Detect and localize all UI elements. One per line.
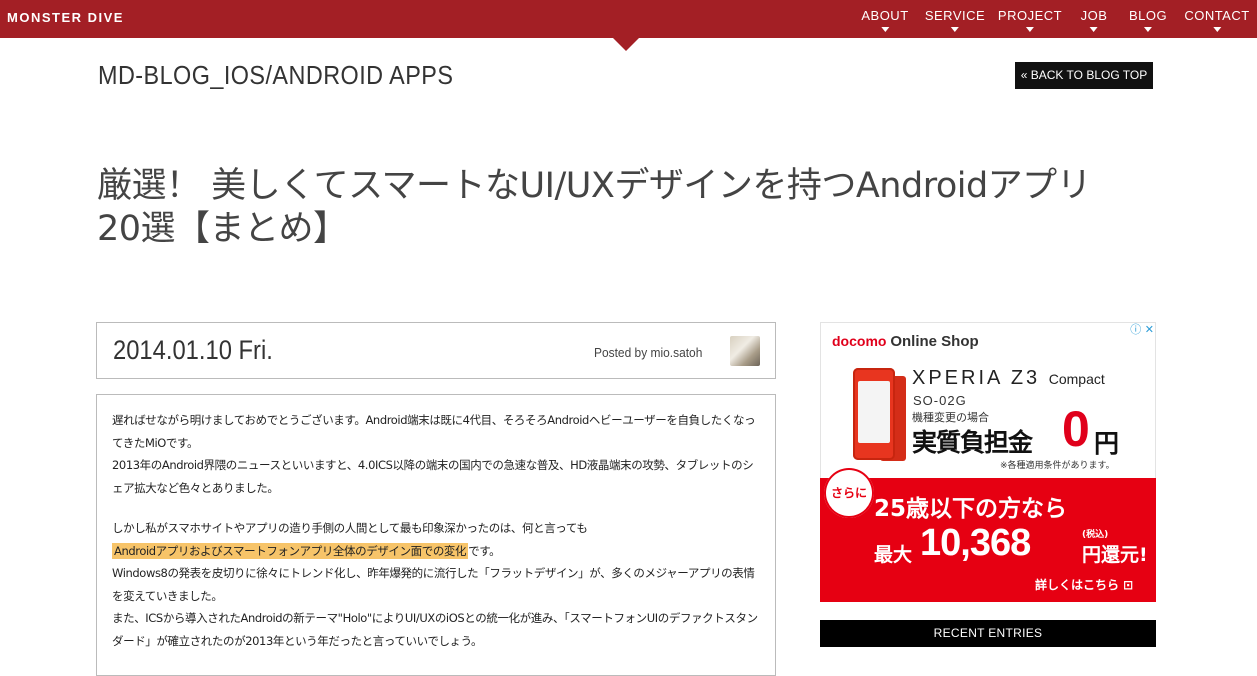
ad-product-title: XPERIA Z3	[912, 367, 1041, 389]
back-to-blog-top-button[interactable]: « BACK TO BLOG TOP	[1015, 62, 1153, 89]
article-paragraph: 遅ればせながら明けましておめでとうございます。Android端末は既に4代目、そ…	[112, 413, 756, 450]
ad-model: SO-02G	[913, 393, 967, 408]
top-nav-bar: MONSTER DIVE	[0, 0, 1257, 38]
nav-item-project[interactable]: PROJECT	[998, 8, 1062, 32]
nav-item-label: PROJECT	[997, 8, 1063, 23]
nav-item-contact[interactable]: CONTACT	[1184, 8, 1249, 32]
ad-age-line: 25歳以下の方なら	[874, 496, 1068, 522]
recent-entries-heading: RECENT ENTRIES	[820, 620, 1156, 647]
ad-product-suffix: Compact	[1048, 371, 1105, 387]
caret-down-icon	[880, 27, 889, 32]
caret-down-icon	[951, 27, 959, 32]
post-date: 2014.01.10 Fri.	[113, 335, 273, 365]
nav-item-label: JOB	[1080, 8, 1108, 23]
ad-detail-link[interactable]: 詳しくはこちら ⊡	[1035, 576, 1133, 593]
nav-item-job[interactable]: JOB	[1081, 8, 1108, 32]
active-section-pointer-icon	[613, 38, 639, 51]
article-content-box: 遅ればせながら明けましておめでとうございます。Android端末は既に4代目、そ…	[96, 394, 776, 676]
caret-down-icon	[1089, 27, 1098, 32]
post-title: 厳選！ 美しくてスマートなUI/UXデザインを持つAndroidアプリ 20選【…	[97, 165, 1167, 251]
article-text: しかし私がスマホサイトやアプリの造り手側の人間として最も印象深かったのは、何と言…	[112, 521, 588, 535]
ad-brand-name: Online Shop	[890, 333, 979, 350]
article-paragraph: Windows8の発表を皮切りに徐々にトレンド化し、昨年爆発的に流行した「フラッ…	[112, 566, 755, 603]
ad-refund-label: 円還元!	[1082, 544, 1148, 566]
article-text: です。	[468, 543, 501, 558]
nav-item-label: SERVICE	[924, 8, 986, 23]
ad-price-unit: 円	[1094, 429, 1120, 458]
nav-item-label: CONTACT	[1184, 8, 1250, 23]
sidebar-ad-banner[interactable]: ⓘ ✕ docomo Online Shop XPERIA Z3 Compact…	[820, 322, 1156, 602]
post-author[interactable]: Posted by mio.satoh	[594, 345, 702, 360]
ad-price-value: 0	[1062, 401, 1090, 457]
nav-item-label: BLOG	[1128, 8, 1168, 23]
article-paragraph: 2013年のAndroid界隈のニュースといいますと、4.0ICS以降の端末の国…	[112, 458, 754, 495]
ad-shop-logo: docomo Online Shop	[832, 333, 979, 350]
article-body: 遅ればせながら明けましておめでとうございます。Android端末は既に4代目、そ…	[112, 409, 762, 652]
ad-product-name: XPERIA Z3 Compact	[912, 367, 1105, 390]
nav-item-service[interactable]: SERVICE	[925, 8, 985, 32]
blog-category-title: MD-BLOG_IOS/ANDROID APPS	[98, 60, 454, 90]
author-avatar	[730, 336, 760, 366]
article-paragraph: しかし私がスマホサイトやアプリの造り手側の人間として最も印象深かったのは、何と言…	[112, 517, 762, 562]
ad-tax-label: (税込)	[1082, 530, 1109, 540]
article-paragraph: また、ICSから導入されたAndroidの新テーマ"Holo"によりUI/UXの…	[112, 611, 758, 648]
ad-note: ※各種適用条件があります。	[1000, 461, 1115, 471]
caret-down-icon	[1144, 27, 1152, 32]
post-title-line-2: 20選【まとめ】	[97, 209, 348, 249]
caret-down-icon	[1213, 27, 1221, 32]
caret-down-icon	[1025, 27, 1034, 32]
site-logo[interactable]: MONSTER DIVE	[7, 10, 124, 25]
ad-max-label: 最大	[874, 544, 913, 566]
nav-item-label: ABOUT	[861, 8, 909, 23]
ad-badge: さらに	[824, 468, 874, 518]
ad-choices-close-icon[interactable]: ⓘ ✕	[1130, 323, 1154, 336]
ad-brand-prefix: docomo	[832, 333, 887, 349]
nav-item-blog[interactable]: BLOG	[1129, 8, 1167, 32]
post-meta-box: 2014.01.10 Fri. Posted by mio.satoh	[96, 322, 776, 379]
post-title-line-1: 厳選！ 美しくてスマートなUI/UXデザインを持つAndroidアプリ	[97, 166, 1092, 206]
phone-image	[853, 368, 895, 460]
highlighted-text: Androidアプリおよびスマートフォンアプリ全体のデザイン面での変化	[112, 542, 469, 559]
ad-amount: 10,368	[920, 522, 1031, 564]
ad-price-label: 実質負担金	[912, 428, 1033, 457]
nav-item-about[interactable]: ABOUT	[861, 8, 908, 32]
